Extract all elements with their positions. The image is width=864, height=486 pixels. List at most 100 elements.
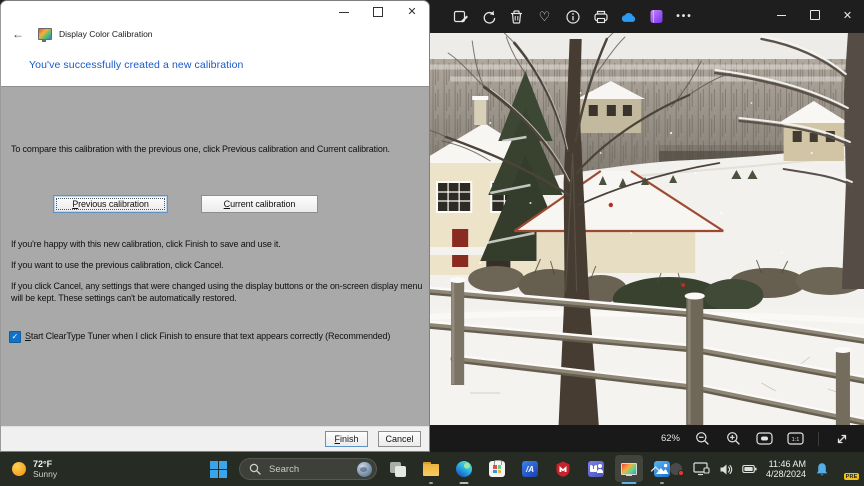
zoom-out-icon bbox=[696, 432, 709, 445]
minimize-icon bbox=[339, 11, 349, 13]
zoom-in-button[interactable] bbox=[725, 430, 742, 447]
page-title: You've successfully created a new calibr… bbox=[29, 59, 244, 71]
zoom-out-button[interactable] bbox=[694, 430, 711, 447]
minimize-icon bbox=[777, 14, 786, 16]
microsoft-store-icon bbox=[489, 460, 505, 477]
maximize-button[interactable] bbox=[361, 1, 395, 23]
battery-button[interactable] bbox=[742, 464, 757, 474]
maximize-icon bbox=[809, 10, 820, 20]
zoom-level: 62% bbox=[660, 433, 680, 444]
close-icon: ✕ bbox=[842, 9, 853, 22]
actual-size-button[interactable]: 1:1 bbox=[787, 430, 804, 447]
minimize-button[interactable] bbox=[327, 1, 361, 23]
back-arrow-icon: ← bbox=[12, 27, 24, 41]
task-view-icon bbox=[390, 461, 406, 477]
display-calibration-icon bbox=[621, 463, 637, 476]
mcafee-tray-button[interactable] bbox=[669, 462, 684, 476]
fit-to-window-icon bbox=[756, 432, 773, 445]
previous-calibration-button[interactable]: Previous calibration bbox=[53, 195, 168, 213]
battery-icon bbox=[742, 464, 757, 474]
cleartype-checkbox[interactable]: ✓ bbox=[9, 331, 21, 343]
fullscreen-icon bbox=[837, 434, 846, 443]
minimize-button[interactable] bbox=[765, 0, 798, 30]
photos-toolbar: ♡ ••• ✕ bbox=[430, 0, 864, 33]
heart-icon: ♡ bbox=[538, 9, 551, 24]
calibration-titlebar: ✕ bbox=[1, 1, 429, 23]
delete-button[interactable] bbox=[508, 8, 525, 25]
finish-hint-text: If you're happy with this new calibratio… bbox=[11, 239, 281, 249]
hidden-icons-button[interactable] bbox=[650, 465, 661, 473]
chevron-up-icon bbox=[650, 466, 661, 472]
display-tray-icon bbox=[693, 462, 710, 476]
volume-button[interactable] bbox=[719, 463, 733, 476]
actual-size-icon: 1:1 bbox=[787, 432, 804, 445]
notifications-button[interactable] bbox=[815, 462, 829, 477]
wizard-footer: Finish Cancel bbox=[1, 426, 429, 451]
statusbar-divider bbox=[818, 431, 819, 446]
mcafee-shield-icon bbox=[556, 461, 570, 477]
taskbar-teams[interactable]: T bbox=[584, 452, 608, 486]
task-view-button[interactable] bbox=[386, 452, 410, 486]
start-button[interactable] bbox=[206, 452, 230, 486]
running-indicator bbox=[459, 482, 469, 484]
taskbar-edge[interactable] bbox=[452, 452, 476, 486]
file-info-button[interactable] bbox=[564, 8, 581, 25]
alert-badge bbox=[677, 470, 684, 476]
bell-icon bbox=[816, 462, 828, 475]
save-to-onedrive-button[interactable] bbox=[620, 8, 637, 25]
edit-image-button[interactable] bbox=[452, 8, 469, 25]
weather-temperature: 72°F bbox=[33, 459, 53, 469]
cleartype-checkbox-label[interactable]: Start ClearType Tuner when I click Finis… bbox=[25, 331, 390, 342]
back-button[interactable]: ← bbox=[10, 27, 26, 41]
clipchamp-icon bbox=[650, 10, 663, 23]
fullscreen-button[interactable] bbox=[833, 430, 850, 447]
photos-window: ♡ ••• ✕ 62% 1:1 bbox=[430, 0, 864, 452]
close-button[interactable]: ✕ bbox=[395, 1, 429, 23]
intro-text: To compare this calibration with the pre… bbox=[11, 144, 390, 154]
info-icon bbox=[565, 9, 580, 24]
print-icon bbox=[593, 10, 608, 23]
weather-widget[interactable]: 72°F Sunny bbox=[12, 452, 57, 486]
cancel-button[interactable]: Cancel bbox=[378, 431, 421, 447]
clipchamp-button[interactable] bbox=[648, 8, 665, 25]
taskbar-microsoft-store[interactable] bbox=[485, 452, 509, 486]
sun-icon bbox=[12, 462, 26, 476]
display-tray-button[interactable] bbox=[693, 462, 710, 476]
onedrive-cloud-icon bbox=[621, 12, 636, 22]
display-calibration-app-icon bbox=[38, 28, 52, 42]
weather-condition: Sunny bbox=[33, 469, 58, 479]
search-icon bbox=[249, 463, 261, 475]
bing-daily-image-icon[interactable] bbox=[357, 461, 372, 477]
fit-to-window-button[interactable] bbox=[756, 430, 773, 447]
current-calibration-button[interactable]: Current calibration bbox=[201, 195, 318, 213]
taskbar-file-explorer[interactable] bbox=[419, 452, 443, 486]
photos-statusbar: 62% 1:1 bbox=[430, 425, 864, 452]
finish-button[interactable]: Finish bbox=[325, 431, 368, 447]
print-button[interactable] bbox=[592, 8, 609, 25]
more-ellipsis-icon: ••• bbox=[676, 11, 693, 22]
photo-canvas[interactable] bbox=[430, 33, 864, 425]
taskbar-display-calibration-active[interactable] bbox=[615, 452, 643, 486]
maximize-button[interactable] bbox=[798, 0, 831, 30]
clock[interactable]: 11:46 AM 4/28/2024 bbox=[766, 459, 806, 479]
file-explorer-icon bbox=[423, 461, 439, 477]
time: 11:46 AM bbox=[768, 459, 806, 469]
close-icon: ✕ bbox=[407, 5, 417, 18]
rotate-button[interactable] bbox=[480, 8, 497, 25]
myasus-icon: /A bbox=[522, 461, 538, 477]
running-indicator bbox=[429, 482, 433, 484]
close-button[interactable]: ✕ bbox=[831, 0, 864, 30]
speaker-icon bbox=[720, 464, 733, 474]
cancel-warning-text: If you click Cancel, any settings that w… bbox=[11, 281, 423, 303]
favorite-button[interactable]: ♡ bbox=[536, 8, 553, 25]
see-more-button[interactable]: ••• bbox=[676, 8, 693, 25]
copilot-button[interactable]: PRE bbox=[838, 459, 859, 480]
search-box[interactable] bbox=[239, 458, 377, 480]
taskbar-myasus[interactable]: /A bbox=[518, 452, 542, 486]
calibration-window: ✕ ← Display Color Calibration You've suc… bbox=[0, 0, 430, 452]
edge-icon bbox=[456, 461, 472, 477]
taskbar-mcafee[interactable] bbox=[551, 452, 575, 486]
calibration-body: To compare this calibration with the pre… bbox=[1, 86, 429, 427]
search-input[interactable] bbox=[267, 462, 357, 476]
photo-winter-scene bbox=[430, 33, 864, 425]
